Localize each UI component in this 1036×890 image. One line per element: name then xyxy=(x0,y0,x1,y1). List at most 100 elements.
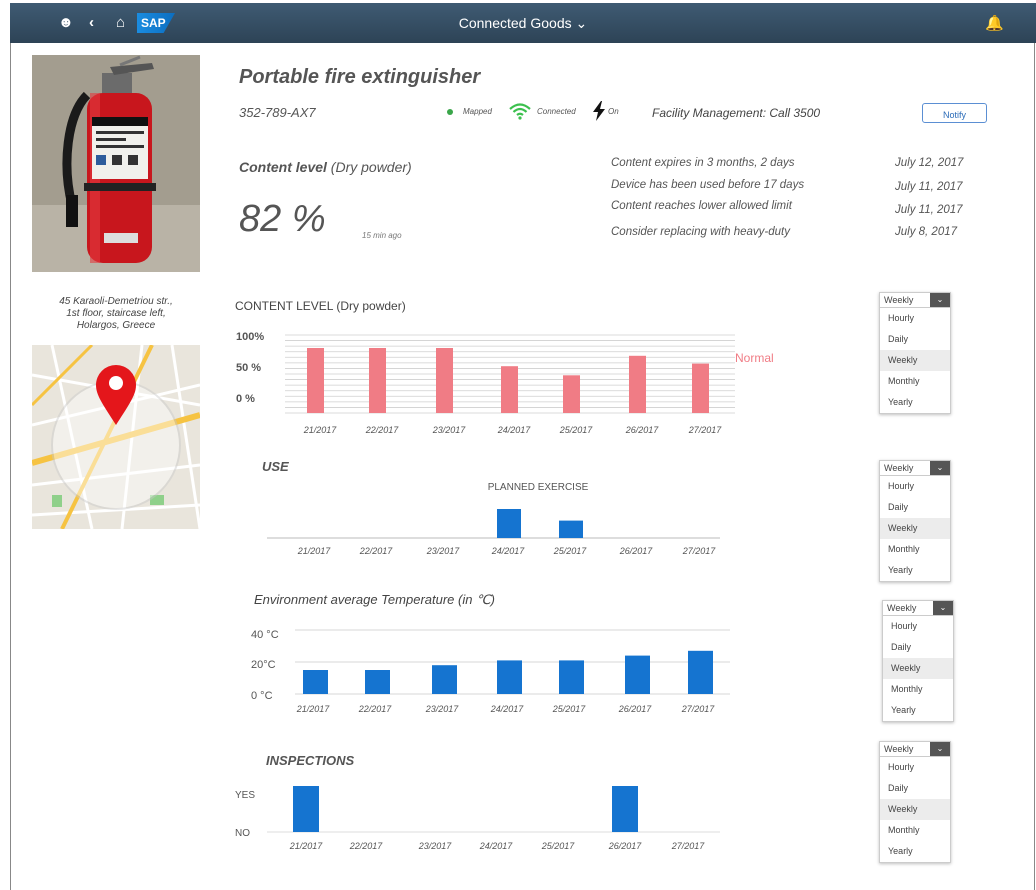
dropdown-option-monthly[interactable]: Monthly xyxy=(883,679,953,700)
dropdown-selected[interactable]: Weekly ⌄ xyxy=(880,461,950,476)
granularity-dropdown-2[interactable]: Weekly ⌄ Hourly Daily Weekly Monthly Yearly xyxy=(879,460,951,582)
address-line-3: Holargos, Greece xyxy=(76,320,156,331)
wifi-icon xyxy=(508,102,532,125)
granularity-dropdown-1[interactable]: Weekly ⌄ Hourly Daily Weekly Monthly Yearly xyxy=(879,292,951,414)
dropdown-option-daily[interactable]: Daily xyxy=(883,637,953,658)
y-tick-label: NO xyxy=(235,828,250,839)
dropdown-option-daily[interactable]: Daily xyxy=(880,778,950,799)
x-tick-label: 25/2017 xyxy=(553,546,588,556)
dropdown-option-hourly[interactable]: Hourly xyxy=(880,476,950,497)
x-tick-label: 24/2017 xyxy=(497,425,532,435)
granularity-dropdown-4[interactable]: Weekly ⌄ Hourly Daily Weekly Monthly Yearly xyxy=(879,741,951,863)
event-date-2: July 11, 2017 xyxy=(895,181,963,193)
dropdown-option-weekly[interactable]: Weekly xyxy=(883,658,953,679)
bar-temp-23/2017[interactable] xyxy=(432,665,457,694)
app-title: Connected Goods xyxy=(458,15,572,31)
granularity-dropdown-3[interactable]: Weekly ⌄ Hourly Daily Weekly Monthly Yearly xyxy=(882,600,954,722)
chart-content-title: CONTENT LEVEL (Dry powder) xyxy=(235,299,406,313)
content-level-heading: Content level (Dry powder) xyxy=(239,159,412,175)
planned-exercise-label: PLANNED EXERCISE xyxy=(488,482,589,493)
dropdown-selected[interactable]: Weekly ⌄ xyxy=(883,601,953,616)
chart-temp-title: Environment average Temperature (in ℃) xyxy=(254,592,496,607)
bar-content-22/2017[interactable] xyxy=(369,348,386,413)
dropdown-option-monthly[interactable]: Monthly xyxy=(880,539,950,560)
event-text-3: Content reaches lower allowed limit xyxy=(611,200,792,212)
notification-bell-icon[interactable]: 🔔 xyxy=(985,14,1004,32)
x-tick-label: 21/2017 xyxy=(303,425,338,435)
dropdown-selected-label: Weekly xyxy=(884,463,914,473)
x-tick-label: 23/2017 xyxy=(426,546,461,556)
bar-temp-22/2017[interactable] xyxy=(365,670,390,694)
y-tick-label: 50 % xyxy=(236,362,261,374)
facility-contact: Facility Management: Call 3500 xyxy=(652,106,821,120)
bar-temp-26/2017[interactable] xyxy=(625,655,650,694)
product-image xyxy=(32,55,200,272)
event-text-1: Content expires in 3 months, 2 days xyxy=(611,157,795,169)
bar-content-27/2017[interactable] xyxy=(692,363,709,413)
dropdown-option-monthly[interactable]: Monthly xyxy=(880,371,950,392)
dropdown-option-weekly[interactable]: Weekly xyxy=(880,799,950,820)
chevron-down-icon: ⌄ xyxy=(575,15,588,31)
dropdown-option-daily[interactable]: Daily xyxy=(880,497,950,518)
chevron-down-icon[interactable]: ⌄ xyxy=(930,461,950,475)
dropdown-selected[interactable]: Weekly ⌄ xyxy=(880,742,950,757)
x-tick-label: 26/2017 xyxy=(619,546,654,556)
bar-temp-21/2017[interactable] xyxy=(303,670,328,694)
x-tick-label: 26/2017 xyxy=(618,704,653,714)
bar-inspection-21/2017[interactable] xyxy=(293,786,319,832)
bar-content-24/2017[interactable] xyxy=(501,366,518,413)
dropdown-option-daily[interactable]: Daily xyxy=(880,329,950,350)
content-updated: 15 min ago xyxy=(362,231,402,240)
status-on: On xyxy=(608,107,619,116)
dropdown-selected-label: Weekly xyxy=(887,603,917,613)
content-level-chart: 100% 50 % 0 % 21/2017 22/2017 23/2017 24/2017 2… xyxy=(236,331,774,435)
x-tick-label: 21/2017 xyxy=(296,704,331,714)
x-tick-label: 21/2017 xyxy=(297,546,332,556)
bar-use-24/2017[interactable] xyxy=(497,509,521,538)
bar-temp-24/2017[interactable] xyxy=(497,660,522,694)
x-tick-label: 24/2017 xyxy=(491,546,526,556)
bar-content-26/2017[interactable] xyxy=(629,355,646,413)
y-tick-label: 0 °C xyxy=(251,690,273,702)
app-title-menu[interactable]: Connected Goods ⌄ xyxy=(10,15,1036,32)
dropdown-option-hourly[interactable]: Hourly xyxy=(880,308,950,329)
bar-content-23/2017[interactable] xyxy=(436,348,453,413)
y-tick-label: 20°C xyxy=(251,659,276,671)
x-tick-label: 22/2017 xyxy=(349,841,384,851)
dropdown-option-monthly[interactable]: Monthly xyxy=(880,820,950,841)
notify-button[interactable]: Notify xyxy=(922,103,987,123)
dropdown-option-hourly[interactable]: Hourly xyxy=(880,757,950,778)
chevron-down-icon[interactable]: ⌄ xyxy=(933,601,953,615)
x-tick-label: 23/2017 xyxy=(425,704,460,714)
bar-content-25/2017[interactable] xyxy=(563,375,580,413)
location-map[interactable] xyxy=(32,345,200,529)
event-date-4: July 8, 2017 xyxy=(895,226,958,238)
dropdown-option-yearly[interactable]: Yearly xyxy=(883,700,953,721)
event-date-3: July 11, 2017 xyxy=(895,204,963,216)
temperature-chart: 40 °C 20°C 0 °C 21/2017 22/2017 23/2017 24/201… xyxy=(251,629,730,714)
dropdown-option-hourly[interactable]: Hourly xyxy=(883,616,953,637)
dropdown-selected[interactable]: Weekly ⌄ xyxy=(880,293,950,308)
x-tick-label: 22/2017 xyxy=(358,704,393,714)
bar-use-25/2017[interactable] xyxy=(559,520,583,538)
event-text-2: Device has been used before 17 days xyxy=(611,179,805,191)
dropdown-option-yearly[interactable]: Yearly xyxy=(880,392,950,413)
dropdown-option-weekly[interactable]: Weekly xyxy=(880,518,950,539)
bar-inspection-26/2017[interactable] xyxy=(612,786,638,832)
y-tick-label: 40 °C xyxy=(251,629,279,641)
address-line-1: 45 Karaoli-Demetriou str., xyxy=(59,296,173,307)
chart-use-title: USE xyxy=(262,459,289,474)
chevron-down-icon[interactable]: ⌄ xyxy=(930,293,950,307)
bar-temp-27/2017[interactable] xyxy=(688,650,713,694)
mapped-dot-icon xyxy=(447,109,453,115)
chart-inspections-title: INSPECTIONS xyxy=(266,753,355,768)
dropdown-option-yearly[interactable]: Yearly xyxy=(880,560,950,581)
bar-temp-25/2017[interactable] xyxy=(559,660,584,694)
x-tick-label: 23/2017 xyxy=(418,841,453,851)
x-tick-label: 27/2017 xyxy=(681,704,716,714)
dropdown-option-yearly[interactable]: Yearly xyxy=(880,841,950,862)
dropdown-option-weekly[interactable]: Weekly xyxy=(880,350,950,371)
chevron-down-icon[interactable]: ⌄ xyxy=(930,742,950,756)
status-connected: Connected xyxy=(537,107,576,116)
bar-content-21/2017[interactable] xyxy=(307,348,324,413)
